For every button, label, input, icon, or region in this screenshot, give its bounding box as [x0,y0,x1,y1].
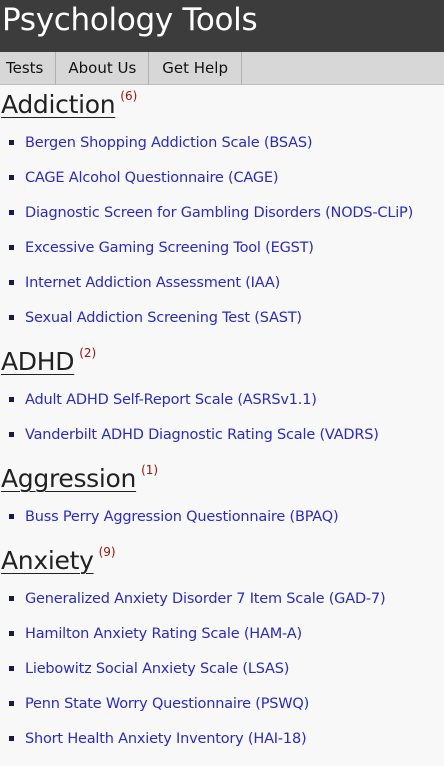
bullet-icon [9,245,14,250]
nav-tests[interactable]: Tests [0,52,57,84]
test-list: Bergen Shopping Addiction Scale (BSAS) C… [1,125,444,335]
bullet-icon [9,140,14,145]
site-title[interactable]: Psychology Tools [2,0,444,40]
test-link[interactable]: Vanderbilt ADHD Diagnostic Rating Scale … [25,427,379,443]
test-link[interactable]: Bergen Shopping Addiction Scale (BSAS) [25,135,312,151]
test-link[interactable]: Internet Addiction Assessment (IAA) [25,275,280,291]
main-nav: Tests About Us Get Help [0,52,444,85]
section-count: (1) [141,463,159,477]
test-link[interactable]: Hamilton Anxiety Rating Scale (HAM-A) [25,626,302,642]
bullet-icon [9,631,14,636]
test-link[interactable]: Generalized Anxiety Disorder 7 Item Scal… [25,591,386,607]
bullet-icon [9,701,14,706]
list-item: CAGE Alcohol Questionnaire (CAGE) [1,160,444,195]
list-item: Buss Perry Aggression Questionnaire (BPA… [1,499,444,534]
test-link[interactable]: Sexual Addiction Screening Test (SAST) [25,310,302,326]
section-anxiety: Anxiety (9) Generalized Anxiety Disorder … [1,534,444,756]
list-item: Liebowitz Social Anxiety Scale (LSAS) [1,651,444,686]
bullet-icon [9,666,14,671]
bullet-icon [9,736,14,741]
section-title-anxiety[interactable]: Anxiety [1,546,94,575]
nav-get-help[interactable]: Get Help [149,52,242,84]
list-item: Generalized Anxiety Disorder 7 Item Scal… [1,581,444,616]
test-directory: Addiction (6) Bergen Shopping Addiction S… [0,85,444,756]
section-addiction: Addiction (6) Bergen Shopping Addiction S… [1,85,444,335]
list-item: Sexual Addiction Screening Test (SAST) [1,300,444,335]
nav-about-us[interactable]: About Us [56,52,150,84]
list-item: Hamilton Anxiety Rating Scale (HAM-A) [1,616,444,651]
bullet-icon [9,514,14,519]
section-count: (2) [79,346,97,360]
list-item: Excessive Gaming Screening Tool (EGST) [1,230,444,265]
list-item: Diagnostic Screen for Gambling Disorders… [1,195,444,230]
site-header: Psychology Tools [0,0,444,52]
section-heading: Aggression (1) [1,452,444,499]
list-item: Short Health Anxiety Inventory (HAI-18) [1,721,444,756]
test-list: Buss Perry Aggression Questionnaire (BPA… [1,499,444,534]
section-adhd: ADHD (2) Adult ADHD Self-Report Scale (AS… [1,335,444,452]
section-title-adhd[interactable]: ADHD [1,347,75,376]
test-link[interactable]: Excessive Gaming Screening Tool (EGST) [25,240,314,256]
section-title-addiction[interactable]: Addiction [1,90,116,119]
bullet-icon [9,315,14,320]
bullet-icon [9,397,14,402]
list-item: Penn State Worry Questionnaire (PSWQ) [1,686,444,721]
test-link[interactable]: Adult ADHD Self-Report Scale (ASRSv1.1) [25,392,317,408]
section-aggression: Aggression (1) Buss Perry Aggression Ques… [1,452,444,534]
test-list: Adult ADHD Self-Report Scale (ASRSv1.1) … [1,382,444,452]
section-title-aggression[interactable]: Aggression [1,464,136,493]
section-heading: Addiction (6) [1,85,444,125]
test-list: Generalized Anxiety Disorder 7 Item Scal… [1,581,444,756]
section-heading: Anxiety (9) [1,534,444,581]
test-link[interactable]: Diagnostic Screen for Gambling Disorders… [25,205,413,221]
section-count: (6) [120,89,138,103]
bullet-icon [9,596,14,601]
test-link[interactable]: Short Health Anxiety Inventory (HAI-18) [25,731,307,747]
list-item: Bergen Shopping Addiction Scale (BSAS) [1,125,444,160]
list-item: Adult ADHD Self-Report Scale (ASRSv1.1) [1,382,444,417]
bullet-icon [9,432,14,437]
test-link[interactable]: Buss Perry Aggression Questionnaire (BPA… [25,509,339,525]
section-heading: ADHD (2) [1,335,444,382]
section-count: (9) [98,545,116,559]
bullet-icon [9,175,14,180]
list-item: Vanderbilt ADHD Diagnostic Rating Scale … [1,417,444,452]
test-link[interactable]: CAGE Alcohol Questionnaire (CAGE) [25,170,279,186]
test-link[interactable]: Penn State Worry Questionnaire (PSWQ) [25,696,309,712]
list-item: Internet Addiction Assessment (IAA) [1,265,444,300]
bullet-icon [9,210,14,215]
test-link[interactable]: Liebowitz Social Anxiety Scale (LSAS) [25,661,289,677]
bullet-icon [9,280,14,285]
